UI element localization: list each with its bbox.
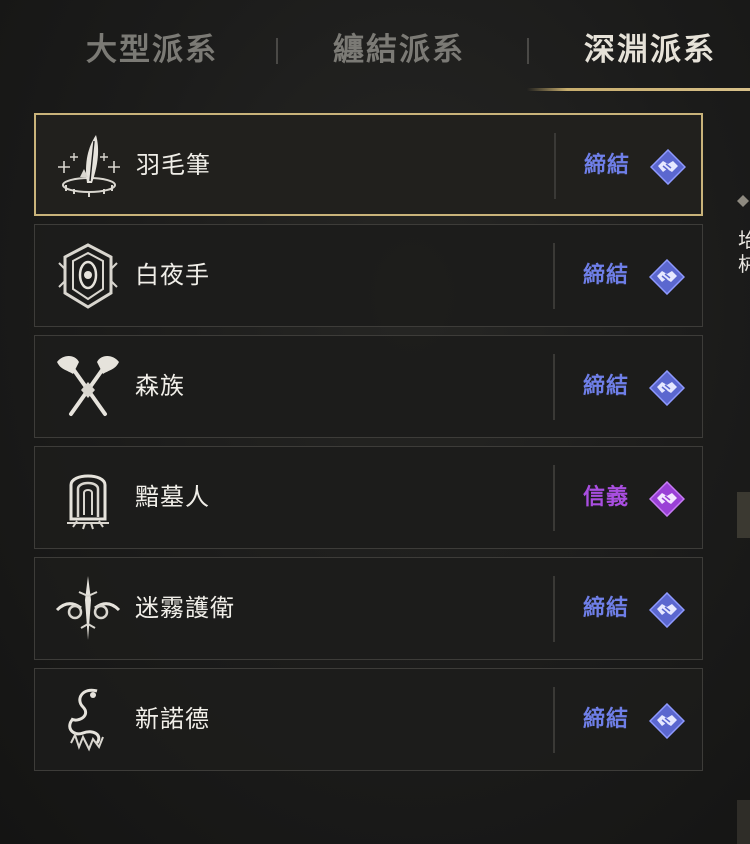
row-divider <box>553 243 555 309</box>
side-panel-fragment <box>737 492 750 538</box>
handshake-bond-icon <box>649 259 685 295</box>
side-panel-fragment-text: 坮 枾 <box>738 228 750 276</box>
tab-separator <box>276 38 278 64</box>
faction-name: 森族 <box>135 372 185 400</box>
faction-name: 羽毛筆 <box>136 151 211 179</box>
tab-major-factions[interactable]: 大型派系 <box>86 28 218 72</box>
active-tab-underline <box>527 88 750 91</box>
mist-guard-emblem-icon <box>55 576 121 640</box>
handshake-bond-icon <box>649 592 685 628</box>
faction-tab-bar: 大型派系 纏結派系 深淵派系 <box>0 0 750 95</box>
tab-abyss-factions[interactable]: 深淵派系 <box>584 28 716 72</box>
white-night-hand-emblem-icon <box>58 243 118 309</box>
faction-row-forest-clan[interactable]: 森族 締結 <box>34 335 703 438</box>
handshake-bond-icon <box>649 703 685 739</box>
faction-status-label: 締結 <box>583 374 630 399</box>
faction-status-label: 締結 <box>583 263 630 288</box>
tab-entangled-factions[interactable]: 纏結派系 <box>333 28 465 72</box>
dark-tomb-emblem-icon <box>67 474 109 530</box>
edge-diamond-icon <box>737 195 749 207</box>
handshake-bond-icon <box>649 370 685 406</box>
faction-status-label: 信義 <box>583 485 630 510</box>
side-panel-fragment <box>737 800 750 844</box>
faction-status-label: 締結 <box>583 707 630 732</box>
quill-emblem-icon <box>58 135 120 197</box>
faction-status-label: 締結 <box>583 596 630 621</box>
faction-row-new-nord[interactable]: 新諾德 締結 <box>34 668 703 771</box>
faction-row-dark-tomb[interactable]: 黯墓人 信義 <box>34 446 703 549</box>
faction-name: 黯墓人 <box>135 483 210 511</box>
faction-name: 白夜手 <box>135 261 210 289</box>
tab-separator <box>527 38 529 64</box>
crossed-axes-emblem-icon <box>57 356 119 416</box>
faction-row-quill[interactable]: 羽毛筆 締結 <box>34 113 703 216</box>
row-divider <box>553 465 555 531</box>
faction-name: 迷霧護衛 <box>135 594 235 622</box>
new-nord-emblem-icon <box>68 688 104 752</box>
faction-status-label: 締結 <box>584 153 631 178</box>
row-divider <box>553 687 555 753</box>
row-divider <box>554 133 556 199</box>
handshake-loyal-icon <box>649 481 685 517</box>
faction-name: 新諾德 <box>135 705 210 733</box>
row-divider <box>553 576 555 642</box>
handshake-bond-icon <box>650 149 686 185</box>
faction-row-mist-guard[interactable]: 迷霧護衛 締結 <box>34 557 703 660</box>
faction-row-white-night-hand[interactable]: 白夜手 締結 <box>34 224 703 327</box>
row-divider <box>553 354 555 420</box>
